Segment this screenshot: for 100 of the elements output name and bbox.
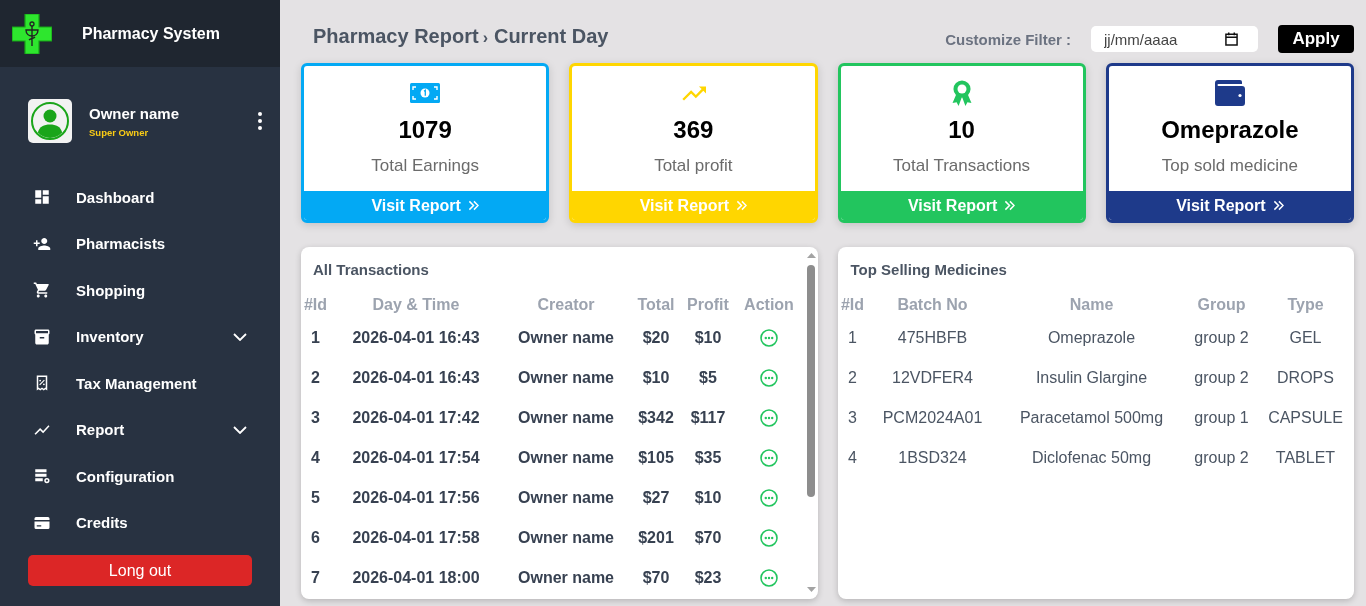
table-cell: 475HBFB xyxy=(897,329,968,347)
table-cell: $35 xyxy=(694,449,722,467)
table-cell: $201 xyxy=(638,529,674,547)
archive-box-icon xyxy=(33,327,51,346)
stat-label: Top sold medicine xyxy=(1161,156,1298,176)
column-header: Batch No xyxy=(897,296,968,314)
table-cell: $342 xyxy=(638,409,674,427)
ellipsis-circle-icon[interactable] xyxy=(760,369,778,387)
table-cell: 3 xyxy=(848,409,857,427)
table-cell: Diclofenac 50mg xyxy=(1031,449,1152,467)
ellipsis-circle-icon[interactable] xyxy=(760,409,778,427)
table-cell: $70 xyxy=(694,529,722,547)
table-cell: group 2 xyxy=(1194,329,1249,347)
stat-label: Total profit xyxy=(654,156,733,176)
table-cell: DROPS xyxy=(1277,369,1334,387)
table-cell: $10 xyxy=(694,489,722,507)
chevron-down-icon[interactable] xyxy=(233,332,247,341)
table-cell: TABLET xyxy=(1275,449,1336,467)
table-cell: 2 xyxy=(311,369,320,387)
breadcrumb-separator: › xyxy=(482,28,488,47)
trend-up-icon xyxy=(680,85,707,101)
table-cell: 2 xyxy=(848,369,857,387)
sidebar-item[interactable]: Report xyxy=(0,406,280,453)
ellipsis-circle-icon[interactable] xyxy=(760,489,778,507)
table-cell: 12VDFER4 xyxy=(892,369,973,387)
chevron-down-icon[interactable] xyxy=(233,425,247,434)
sidebar-item[interactable]: Configuration xyxy=(0,453,280,500)
ellipsis-circle-icon[interactable] xyxy=(760,329,778,347)
table-cell: Owner name xyxy=(518,569,614,587)
table-cell: GEL xyxy=(1289,329,1322,347)
column-header: Day & Time xyxy=(372,296,460,314)
calendar-icon[interactable] xyxy=(1225,32,1238,46)
column-header: #Id xyxy=(840,296,865,314)
table-cell: Owner name xyxy=(518,409,614,427)
table-cell: 2026-04-01 17:42 xyxy=(352,409,480,427)
panel-title: All Transactions xyxy=(313,260,429,280)
table-cell: 4 xyxy=(311,449,320,467)
visit-report-link[interactable]: Visit Report xyxy=(1108,191,1351,220)
ellipsis-circle-icon[interactable] xyxy=(760,569,778,587)
table-cell: group 1 xyxy=(1194,409,1249,427)
sidebar-item[interactable]: Credits xyxy=(0,499,280,546)
grid-icon xyxy=(33,188,51,207)
table-cell: Owner name xyxy=(518,369,614,387)
table-cell: Paracetamol 500mg xyxy=(1019,409,1164,427)
column-header: Group xyxy=(1197,296,1246,314)
table-cell: 2026-04-01 17:58 xyxy=(352,529,480,547)
table-cell: 7 xyxy=(311,569,320,587)
sidebar-item[interactable]: Dashboard xyxy=(0,174,280,221)
table-cell: 2026-04-01 17:54 xyxy=(352,449,480,467)
table-cell: 2026-04-01 18:00 xyxy=(352,569,480,587)
column-header: Profit xyxy=(687,296,729,314)
table-cell: $117 xyxy=(690,409,726,427)
table-cell: 6 xyxy=(311,529,320,547)
double-chevron-icon xyxy=(467,200,479,211)
table-cell: 3 xyxy=(311,409,320,427)
scrollbar-thumb[interactable] xyxy=(807,265,815,497)
logout-button[interactable]: Long out xyxy=(28,555,252,586)
table-cell: 1BSD324 xyxy=(898,449,967,467)
scroll-down-icon[interactable] xyxy=(806,587,816,592)
sidebar-item[interactable]: Tax Management xyxy=(0,360,280,407)
wallet-icon xyxy=(1214,80,1245,106)
pharmacy-cross-icon xyxy=(12,13,52,54)
filter-label: Customize Filter : xyxy=(945,30,1071,48)
stat-value: Omeprazole xyxy=(1161,115,1299,145)
column-header: Name xyxy=(1069,296,1114,314)
table-cell: PCM2024A01 xyxy=(882,409,983,427)
stat-value: 1079 xyxy=(398,115,452,145)
sidebar-item[interactable]: Pharmacists xyxy=(0,220,280,267)
kebab-menu-icon[interactable] xyxy=(258,112,262,130)
table-cell: 1 xyxy=(311,329,320,347)
double-chevron-icon xyxy=(1004,200,1016,211)
table-cell: 2026-04-01 16:43 xyxy=(352,369,480,387)
table-cell: $70 xyxy=(642,569,670,587)
table-cell: $27 xyxy=(642,489,670,507)
column-header: Creator xyxy=(537,296,595,314)
table-cell: $20 xyxy=(642,329,670,347)
sidebar-item[interactable]: Shopping xyxy=(0,267,280,314)
user-name: Owner name xyxy=(89,104,180,123)
table-cell: $105 xyxy=(638,449,674,467)
apply-button[interactable]: Apply xyxy=(1278,25,1354,53)
date-field[interactable]: jj/mm/aaaa xyxy=(1091,26,1258,52)
breadcrumb-link[interactable]: Pharmacy Report xyxy=(313,24,479,48)
table-cell: 1 xyxy=(848,329,857,347)
table-cell: Owner name xyxy=(518,489,614,507)
table-cell: 4 xyxy=(848,449,857,467)
column-header: Action xyxy=(744,296,794,314)
ellipsis-circle-icon[interactable] xyxy=(760,449,778,467)
table-cell: $10 xyxy=(694,329,722,347)
avatar-icon xyxy=(28,99,72,143)
sidebar-item[interactable]: Inventory xyxy=(0,313,280,360)
stat-value: 369 xyxy=(673,115,714,145)
award-ribbon-icon xyxy=(950,79,973,107)
ellipsis-circle-icon[interactable] xyxy=(760,529,778,547)
table-cell: Omeprazole xyxy=(1047,329,1136,347)
table-cell: group 2 xyxy=(1194,369,1249,387)
column-header: Type xyxy=(1287,296,1324,314)
scroll-up-icon[interactable] xyxy=(806,253,816,258)
table-cell: 2026-04-01 16:43 xyxy=(352,329,480,347)
user-role: Super Owner xyxy=(89,126,150,138)
stat-label: Total Earnings xyxy=(371,156,479,176)
